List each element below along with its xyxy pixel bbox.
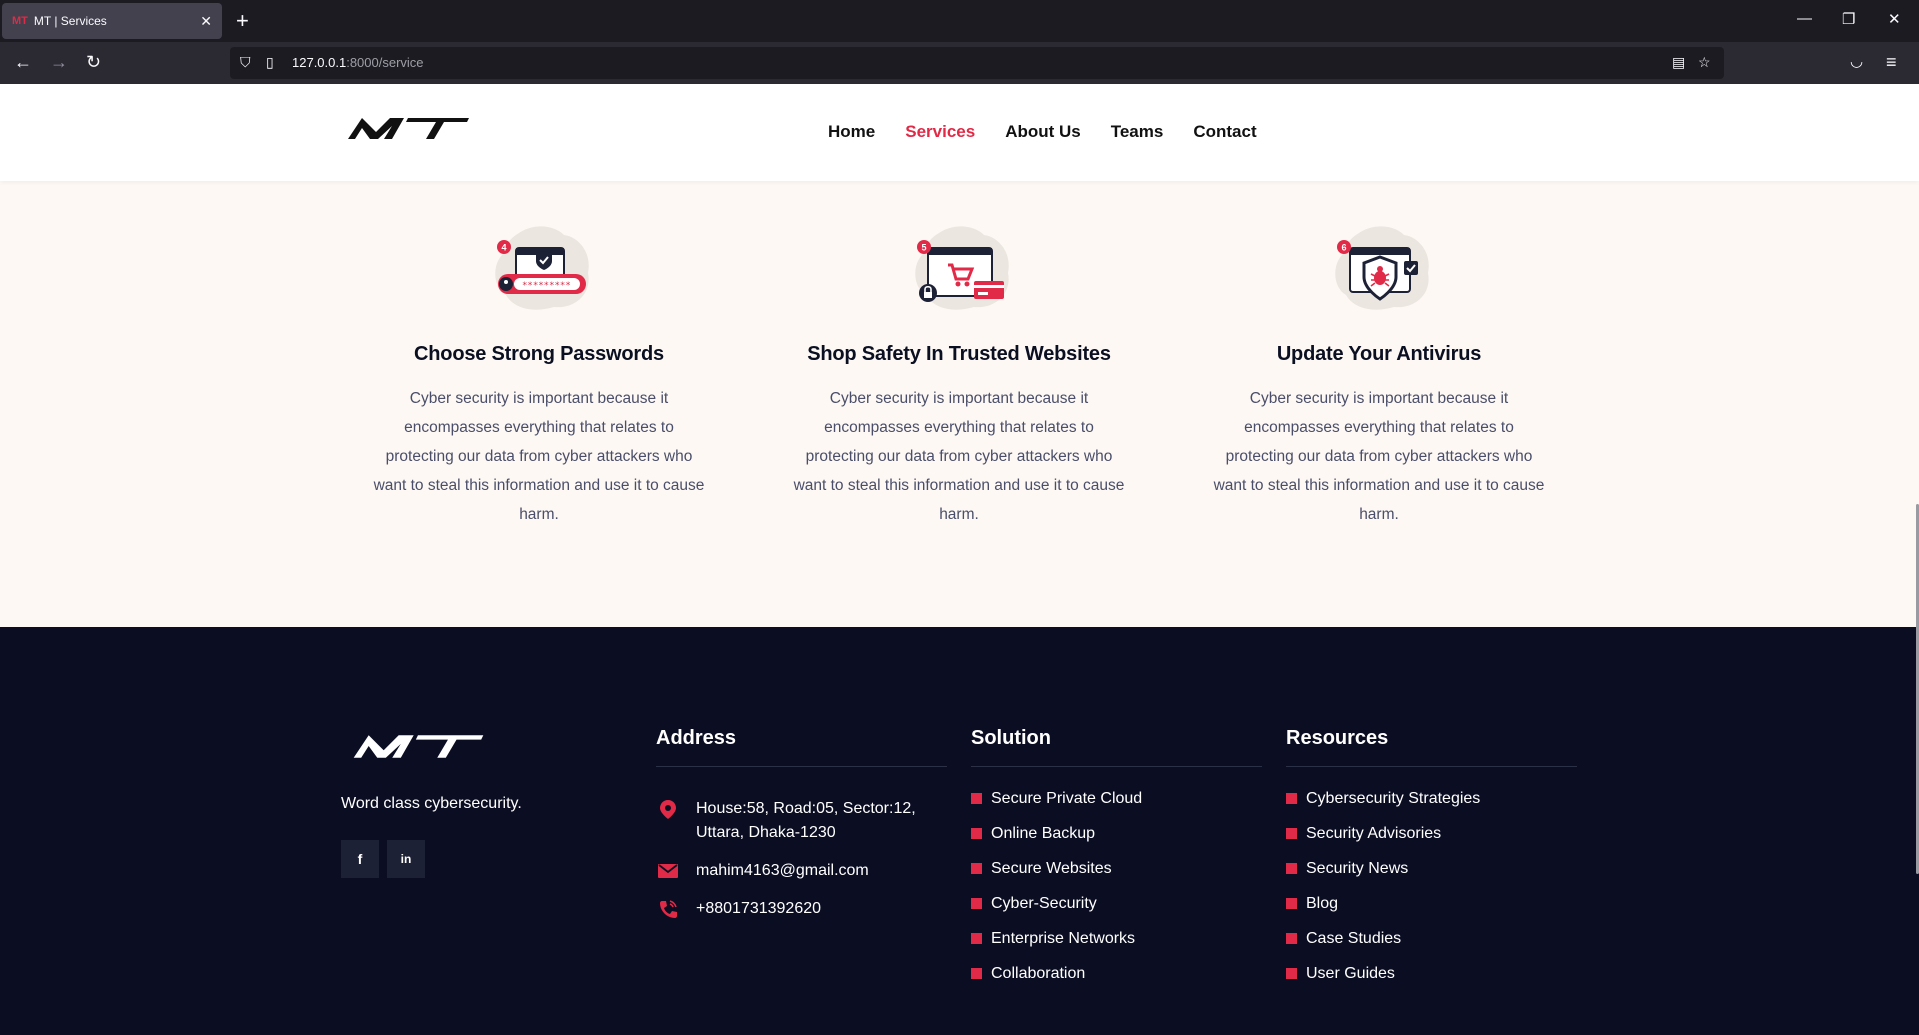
service-description: Cyber security is important because it e… [1213, 390, 1545, 523]
site-logo[interactable] [346, 114, 471, 142]
svg-text:*********: ********* [522, 281, 571, 291]
service-card: ********* 4 Choose Strong Passwords Cybe… [364, 223, 714, 529]
service-title: Choose Strong Passwords [414, 343, 664, 365]
service-card: 5 Shop Safety In Trusted Websites Cyber … [784, 223, 1134, 529]
password-icon: ********* 4 [495, 226, 589, 310]
services-section: ********* 4 Choose Strong Passwords Cybe… [0, 181, 1919, 627]
step-badge: 4 [501, 243, 506, 253]
resources-title: Resources [1286, 727, 1577, 767]
resources-column: Resources Cybersecurity Strategies Secur… [1286, 727, 1577, 999]
service-description: Cyber security is important because it e… [373, 390, 705, 523]
resource-link[interactable]: Security Advisories [1286, 824, 1577, 844]
web-page: Home Services About Us Teams Contact ***… [0, 84, 1919, 1035]
secure-shopping-icon: 5 [915, 226, 1009, 310]
shield-icon[interactable]: ⛉ [240, 54, 251, 71]
footer-tagline: Word class cybersecurity. [341, 795, 522, 812]
url-path: :8000/service [346, 55, 424, 70]
menu-icon[interactable]: ≡ [1886, 52, 1897, 72]
address-text: House:58, Road:05, Sector:12, Uttara, Dh… [696, 800, 916, 841]
facebook-icon[interactable]: f [341, 840, 379, 878]
solution-link[interactable]: Enterprise Networks [971, 929, 1262, 949]
solution-link[interactable]: Online Backup [971, 824, 1262, 844]
tab-close-icon[interactable]: ✕ [200, 13, 212, 30]
solution-list: Secure Private Cloud Online Backup Secur… [971, 789, 1262, 984]
reader-view-icon[interactable]: ▤ [1672, 54, 1685, 71]
window-close-icon[interactable]: ✕ [1888, 10, 1901, 28]
site-footer: Word class cybersecurity. f in Address H… [0, 627, 1919, 1035]
browser-tab[interactable]: MT MT | Services ✕ [2, 3, 222, 39]
browser-tab-bar: MT MT | Services ✕ + — ❐ ✕ [0, 0, 1919, 42]
main-menu: Home Services About Us Teams Contact [828, 122, 1257, 142]
tab-title: MT | Services [33, 14, 107, 28]
solution-link[interactable]: Secure Private Cloud [971, 789, 1262, 809]
step-badge: 5 [921, 243, 926, 253]
solution-link[interactable]: Cyber-Security [971, 894, 1262, 914]
address-column: Address House:58, Road:05, Sector:12, Ut… [656, 727, 947, 921]
service-card: 6 Update Your Antivirus Cyber security i… [1204, 223, 1554, 529]
site-header: Home Services About Us Teams Contact [0, 84, 1919, 181]
solution-column: Solution Secure Private Cloud Online Bac… [971, 727, 1262, 999]
forward-icon[interactable]: → [50, 52, 68, 72]
address-location: House:58, Road:05, Sector:12, Uttara, Dh… [656, 797, 947, 845]
menu-services[interactable]: Services [905, 122, 975, 142]
menu-contact[interactable]: Contact [1193, 122, 1256, 142]
minimize-icon[interactable]: — [1797, 10, 1812, 27]
resources-list: Cybersecurity Strategies Security Adviso… [1286, 789, 1577, 984]
page-icon: ▯ [266, 54, 274, 70]
phone-icon [660, 900, 677, 918]
step-badge: 6 [1341, 243, 1346, 253]
menu-teams[interactable]: Teams [1111, 122, 1164, 142]
bookmark-star-icon[interactable]: ☆ [1698, 54, 1711, 71]
back-icon[interactable]: ← [14, 52, 32, 72]
phone-text[interactable]: +8801731392620 [696, 900, 821, 917]
resource-link[interactable]: Case Studies [1286, 929, 1577, 949]
resource-link[interactable]: Cybersecurity Strategies [1286, 789, 1577, 809]
address-phone: +8801731392620 [656, 897, 947, 921]
solution-title: Solution [971, 727, 1262, 767]
pocket-icon[interactable]: ◡ [1850, 52, 1863, 72]
service-description: Cyber security is important because it e… [793, 390, 1125, 523]
service-title: Update Your Antivirus [1276, 343, 1482, 365]
menu-about-us[interactable]: About Us [1005, 122, 1081, 142]
email-icon [658, 864, 678, 878]
email-text[interactable]: mahim4163@gmail.com [696, 862, 869, 879]
tab-favicon-icon: MT [12, 15, 28, 27]
browser-nav-bar: ← → ↻ ⛉ ▯ 127.0.0.1:8000/service ▤ ☆ ◡ ≡ [0, 42, 1919, 84]
resource-link[interactable]: Security News [1286, 859, 1577, 879]
footer-logo[interactable] [346, 731, 491, 761]
linkedin-icon[interactable]: in [387, 840, 425, 878]
url-host: 127.0.0.1 [292, 55, 347, 70]
antivirus-shield-icon: 6 [1335, 226, 1429, 310]
resource-link[interactable]: User Guides [1286, 964, 1577, 984]
service-title: Shop Safety In Trusted Websites [807, 343, 1111, 365]
menu-home[interactable]: Home [828, 122, 875, 142]
solution-link[interactable]: Collaboration [971, 964, 1262, 984]
address-email: mahim4163@gmail.com [656, 859, 947, 883]
address-bar[interactable]: ⛉ ▯ 127.0.0.1:8000/service ▤ ☆ [230, 47, 1724, 79]
resource-link[interactable]: Blog [1286, 894, 1577, 914]
solution-link[interactable]: Secure Websites [971, 859, 1262, 879]
address-title: Address [656, 727, 947, 767]
url-text[interactable]: 127.0.0.1:8000/service [292, 55, 424, 70]
new-tab-icon[interactable]: + [236, 8, 249, 34]
location-pin-icon [660, 800, 676, 819]
restore-icon[interactable]: ❐ [1842, 10, 1855, 28]
reload-icon[interactable]: ↻ [86, 52, 101, 72]
